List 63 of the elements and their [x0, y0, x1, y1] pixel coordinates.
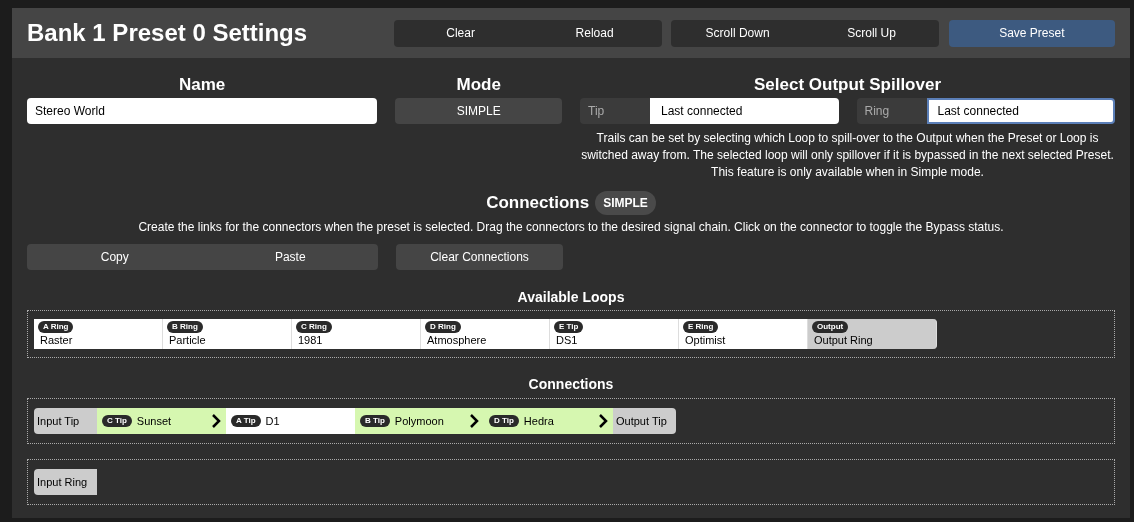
- loop-name: Sunset: [136, 413, 173, 429]
- loop-badge: C Ring: [296, 321, 332, 333]
- loop-badge: C Tip: [102, 415, 132, 427]
- section-heading: Select Output Spillover: [754, 74, 942, 94]
- toolbar-button[interactable]: Scroll Down: [670, 19, 805, 47]
- chevron-right-icon: [212, 414, 221, 428]
- loop-badge: B Ring: [167, 321, 203, 333]
- spillover-note: Trails can be set by selecting which Loop to spill-over to the Output when the Preset or Loop is switched away from. The selected loop will only spillover if it is bypassed in the next selected Preset. This feature is only available when in Simple mode.: [580, 130, 1115, 181]
- connections-description: Create the links for the connectors when the preset is selected. Drag the connectors to the desired signal chain. Click on the connector to toggle the Bypass status.: [138, 219, 1004, 236]
- page-title: Bank 1 Preset 0 Settings: [27, 18, 309, 48]
- loop-name: Atmosphere: [427, 333, 488, 347]
- loop-name: Raster: [40, 333, 74, 347]
- mode-badge: SIMPLE: [595, 191, 656, 215]
- loop-name: Particle: [169, 333, 207, 347]
- spillover-select[interactable]: Last connected: [650, 98, 839, 124]
- toolbar-button[interactable]: Clear: [393, 19, 528, 47]
- clear-connections-button[interactable]: Clear Connections: [396, 244, 563, 270]
- loop-badge: B Tip: [360, 415, 390, 427]
- endpoint-block: Input Ring: [34, 469, 97, 495]
- loop-name: Polymoon: [394, 413, 445, 429]
- endpoint-block: Input Tip: [34, 408, 97, 434]
- chain-loop-card[interactable]: A Tip D1: [226, 408, 355, 434]
- loop-name: DS1: [556, 333, 579, 347]
- chain-loop-card[interactable]: C Tip Sunset: [97, 408, 226, 434]
- loop-card[interactable]: B Ring Particle: [163, 319, 292, 349]
- loop-badge: E Tip: [554, 321, 584, 333]
- chevron-right-icon: [470, 414, 479, 428]
- loop-badge: A Tip: [231, 415, 261, 427]
- mode-button[interactable]: SIMPLE: [395, 98, 562, 124]
- chain-loop-card[interactable]: D Tip Hedra: [484, 408, 613, 434]
- loop-name: Hedra: [523, 413, 555, 429]
- section-heading: Mode: [456, 74, 501, 94]
- loop-card[interactable]: E Tip DS1: [550, 319, 679, 349]
- section-heading: Connections: [527, 375, 615, 392]
- output-card[interactable]: Output Output Ring: [808, 319, 937, 349]
- loop-card[interactable]: D Ring Atmosphere: [421, 319, 550, 349]
- loop-badge: D Tip: [489, 415, 519, 427]
- loop-name: D1: [265, 413, 281, 429]
- loop-name: 1981: [298, 333, 324, 347]
- section-heading: Available Loops: [516, 288, 626, 305]
- section-heading: Name: [179, 74, 226, 94]
- loop-card[interactable]: E Ring Optimist: [679, 319, 808, 349]
- toolbar-button[interactable]: Scroll Up: [804, 19, 939, 47]
- loop-name: Optimist: [685, 333, 727, 347]
- select-label: Tip: [580, 98, 650, 124]
- loop-badge: Output: [812, 321, 849, 333]
- name-input-field[interactable]: Stereo World: [27, 98, 378, 124]
- section-heading: Connections: [486, 192, 590, 215]
- loop-badge: D Ring: [425, 321, 461, 333]
- loop-card[interactable]: C Ring 1981: [292, 319, 421, 349]
- loop-badge: E Ring: [683, 321, 719, 333]
- select-label: Ring: [856, 98, 927, 124]
- toolbar-button[interactable]: Paste: [202, 244, 378, 270]
- loop-badge: A Ring: [38, 321, 74, 333]
- chain-loop-card[interactable]: B Tip Polymoon: [355, 408, 484, 434]
- save-preset-button[interactable]: Save Preset: [948, 19, 1115, 47]
- endpoint-block: Output Tip: [613, 408, 676, 434]
- toolbar-button[interactable]: Copy: [27, 244, 203, 270]
- spillover-select[interactable]: Last connected: [926, 98, 1115, 124]
- loop-card[interactable]: A Ring Raster: [34, 319, 163, 349]
- chevron-right-icon: [599, 414, 608, 428]
- loop-name: Output Ring: [814, 333, 874, 347]
- toolbar-button[interactable]: Reload: [527, 19, 662, 47]
